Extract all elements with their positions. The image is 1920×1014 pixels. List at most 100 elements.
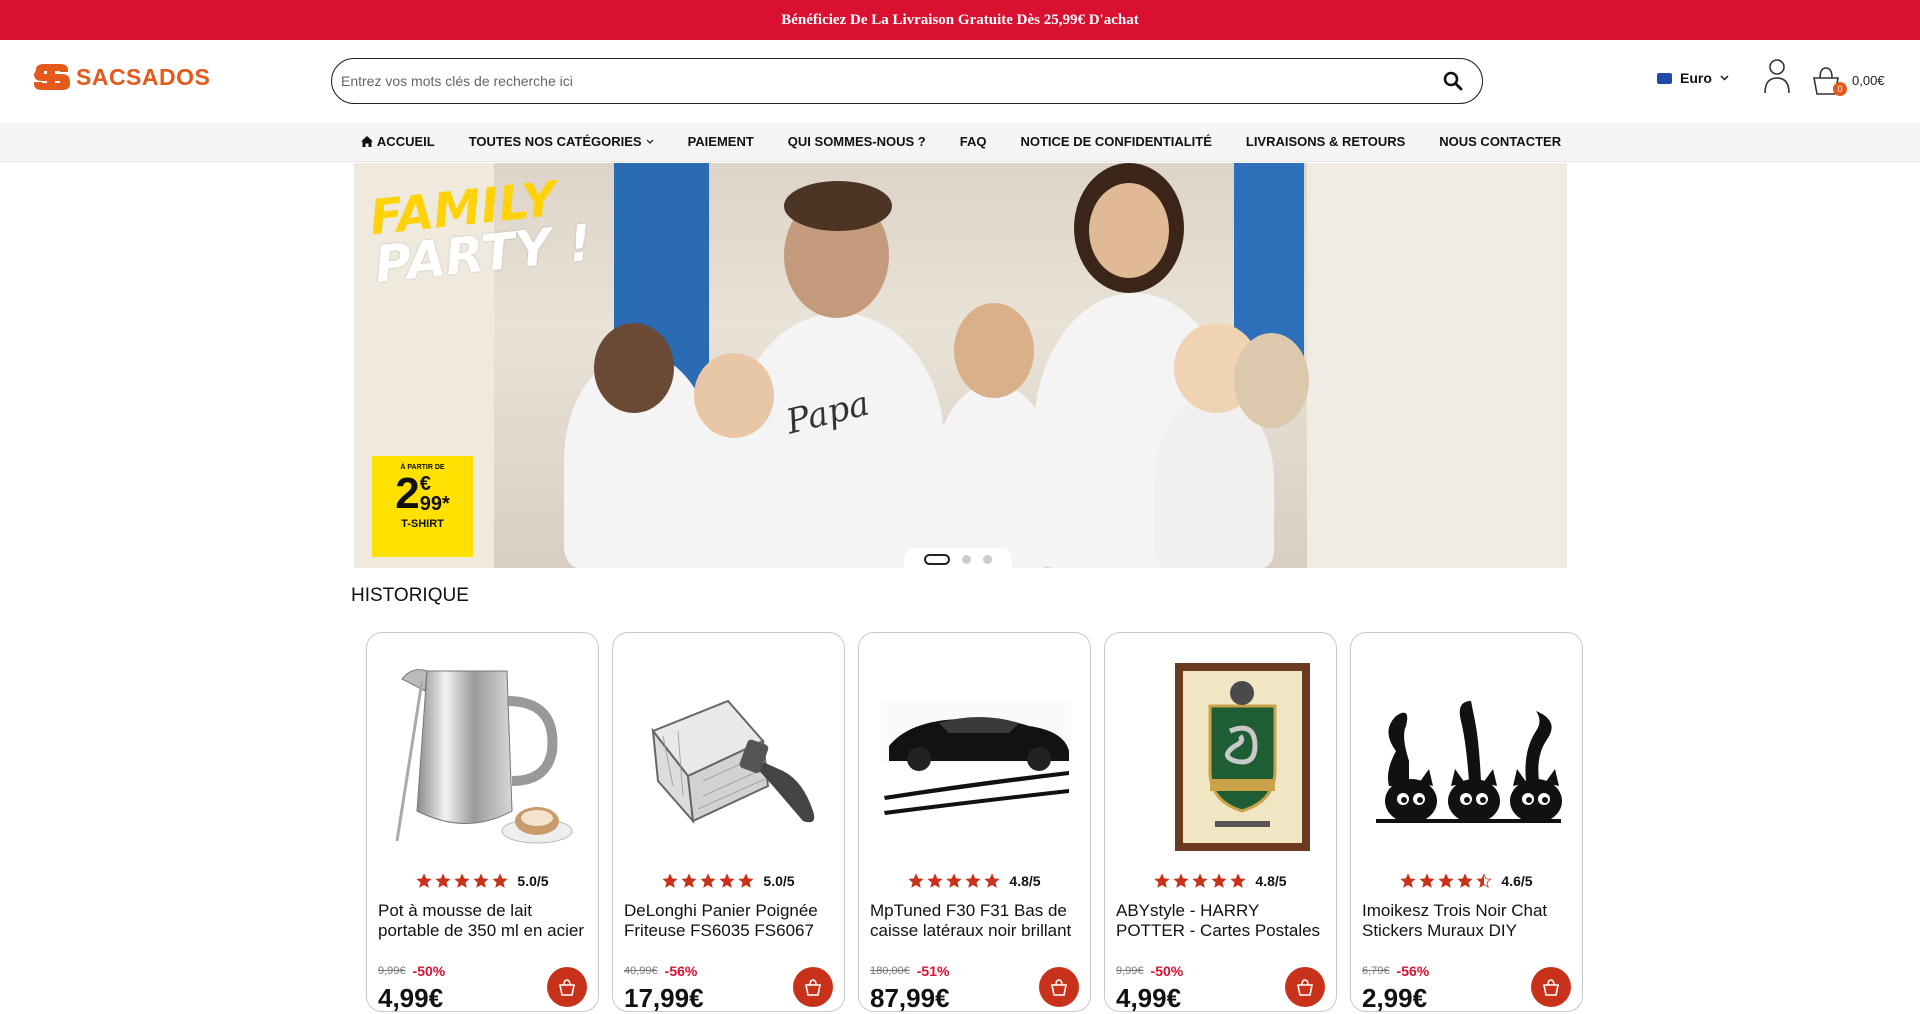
product-rating: 5.0/5: [367, 873, 598, 889]
star-icon: [1419, 873, 1436, 888]
price-value: 2 € 99*: [395, 472, 450, 516]
star-icon: [1400, 873, 1417, 888]
product-prices: 9,99€ -50%: [1116, 963, 1183, 979]
product-image: [387, 661, 579, 851]
star-icon: [473, 873, 490, 888]
product-name: Pot à mousse de lait portable de 350 ml …: [378, 901, 585, 940]
product-prices: 40,99€ -56%: [624, 963, 697, 979]
site-logo[interactable]: SACSADOS: [30, 62, 210, 92]
product-rating: 5.0/5: [613, 873, 844, 889]
add-to-cart-button[interactable]: [793, 967, 833, 1007]
discount-badge: -50%: [1150, 963, 1184, 979]
promo-text: Bénéficiez De La Livraison Gratuite Dès …: [781, 11, 1139, 28]
product-image: [879, 661, 1071, 851]
hero-banner[interactable]: Papa FAMILY PARTY ! À PARTIR DE 2 € 99* …: [354, 163, 1567, 568]
nav-item-label: NOTICE DE CONFIDENTIALITÉ: [1020, 134, 1212, 149]
main-nav: ACCUEIL TOUTES NOS CATÉGORIES PAIEMENT Q…: [0, 122, 1920, 162]
home-icon: [360, 136, 373, 147]
nav-item-accueil[interactable]: ACCUEIL: [360, 134, 435, 149]
star-icon: [454, 873, 471, 888]
carousel-dot-2[interactable]: [962, 554, 971, 564]
carousel-dot-1[interactable]: [924, 553, 950, 565]
logo-mark-icon: [34, 64, 70, 90]
nav-item-label: TOUTES NOS CATÉGORIES: [468, 134, 642, 149]
price-int: 2: [395, 469, 420, 518]
add-to-cart-button[interactable]: [1039, 967, 1079, 1007]
star-icon: [492, 873, 509, 888]
product-card[interactable]: 4.8/5 MpTuned F30 F31 Bas de caisse laté…: [858, 632, 1091, 1013]
chevron-down-icon: [646, 139, 654, 144]
logo-text: SACSADOS: [76, 63, 211, 90]
star-icon: [1476, 873, 1493, 888]
hero-price-badge: À PARTIR DE 2 € 99* T-SHIRT: [372, 456, 473, 557]
current-price: 17,99€: [624, 983, 704, 1013]
current-price: 2,99€: [1362, 983, 1428, 1013]
star-icon: [738, 873, 755, 888]
nav-item-contact[interactable]: NOUS CONTACTER: [1439, 134, 1561, 149]
nav-item-faq[interactable]: FAQ: [960, 134, 987, 149]
star-icon: [1438, 873, 1455, 888]
current-price: 87,99€: [870, 983, 950, 1013]
cart-add-icon: [1051, 979, 1067, 996]
product-image: [1125, 661, 1317, 851]
carousel-dot-3[interactable]: [983, 554, 992, 564]
discount-badge: -50%: [412, 963, 446, 979]
star-icon: [416, 873, 433, 888]
currency-selector[interactable]: Euro: [1657, 70, 1729, 86]
car-side-skirts-image: [881, 701, 1071, 815]
cart-count-badge: 0: [1833, 82, 1847, 96]
search-button[interactable]: [1430, 59, 1476, 103]
product-list: 5.0/5 Pot à mousse de lait portable de 3…: [366, 632, 1583, 1013]
product-card[interactable]: 5.0/5 DeLonghi Panier Poignée Friteuse F…: [612, 632, 845, 1013]
product-rating: 4.8/5: [1105, 873, 1336, 889]
product-card[interactable]: 4.6/5 Imoikesz Trois Noir Chat Stickers …: [1350, 632, 1583, 1013]
nav-item-qui-sommes-nous[interactable]: QUI SOMMES-NOUS ?: [788, 134, 926, 149]
cart-total: 0,00€: [1852, 73, 1885, 88]
star-icon: [1192, 873, 1209, 888]
account-icon[interactable]: [1762, 58, 1792, 94]
star-icon: [719, 873, 736, 888]
product-name: MpTuned F30 F31 Bas de caisse latéraux n…: [870, 901, 1072, 940]
section-title: HISTORIQUE: [351, 585, 469, 606]
add-to-cart-button[interactable]: [1285, 967, 1325, 1007]
site-header: SACSADOS Euro 0 0,00€: [0, 40, 1920, 122]
add-to-cart-button[interactable]: [547, 967, 587, 1007]
star-icon: [435, 873, 452, 888]
star-icon: [908, 873, 925, 888]
nav-item-categories[interactable]: TOUTES NOS CATÉGORIES: [469, 134, 654, 149]
old-price: 40,99€: [624, 965, 658, 977]
star-icon: [700, 873, 717, 888]
star-icon: [927, 873, 944, 888]
rating-value: 5.0/5: [517, 873, 549, 889]
rating-value: 5.0/5: [763, 873, 795, 889]
search-icon: [1443, 71, 1463, 91]
nav-item-paiement[interactable]: PAIEMENT: [688, 134, 754, 149]
slytherin-poster-image: [1175, 663, 1310, 851]
nav-item-livraisons[interactable]: LIVRAISONS & RETOURS: [1246, 134, 1405, 149]
discount-badge: -56%: [1396, 963, 1430, 979]
current-price: 4,99€: [1116, 983, 1182, 1013]
rating-value: 4.6/5: [1501, 873, 1533, 889]
cart-add-icon: [1543, 979, 1559, 996]
nav-item-label: LIVRAISONS & RETOURS: [1245, 134, 1406, 149]
fryer-basket-image: [651, 699, 815, 825]
product-prices: 180,00€ -51%: [870, 963, 949, 979]
nav-item-label: NOUS CONTACTER: [1439, 134, 1562, 149]
star-icon: [1211, 873, 1228, 888]
add-to-cart-button[interactable]: [1531, 967, 1571, 1007]
product-card[interactable]: 4.8/5 ABYstyle - HARRY POTTER - Cartes P…: [1104, 632, 1337, 1013]
product-prices: 6,79€ -56%: [1362, 963, 1429, 979]
cart-button[interactable]: 0: [1810, 64, 1847, 98]
rating-value: 4.8/5: [1255, 873, 1287, 889]
price-currency: €: [419, 473, 431, 495]
star-icon: [662, 873, 679, 888]
star-icon: [681, 873, 698, 888]
product-name: DeLonghi Panier Poignée Friteuse FS6035 …: [624, 901, 818, 940]
product-card[interactable]: 5.0/5 Pot à mousse de lait portable de 3…: [366, 632, 599, 1013]
cart-add-icon: [559, 979, 575, 996]
hero-background-wall: [1307, 163, 1567, 568]
star-icon: [965, 873, 982, 888]
product-rating: 4.6/5: [1351, 873, 1582, 889]
nav-item-confidentialite[interactable]: NOTICE DE CONFIDENTIALITÉ: [1020, 134, 1211, 149]
search-input[interactable]: [341, 73, 1430, 89]
